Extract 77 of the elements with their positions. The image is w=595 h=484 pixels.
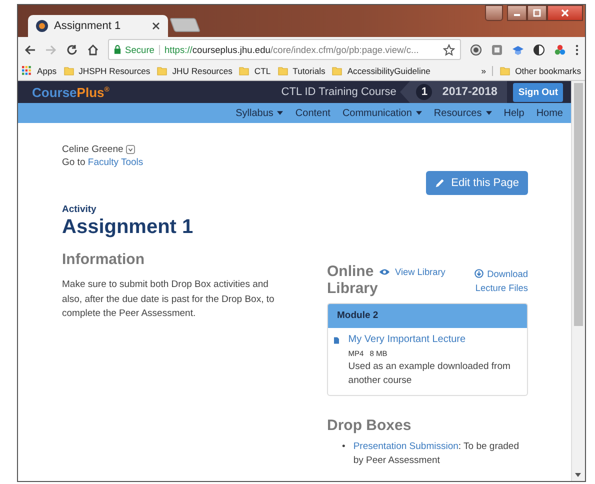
url-text: https://courseplus.jhu.edu/core/index.cfm/go/pb:page.view/c... <box>164 44 420 54</box>
bullet: • <box>342 440 346 454</box>
submission-link[interactable]: Presentation Submission <box>353 441 458 452</box>
bookmark[interactable]: CTL <box>239 66 271 76</box>
folder-icon <box>500 66 510 76</box>
bookmark[interactable]: Apps <box>22 66 57 76</box>
bookmark[interactable]: Tutorials <box>278 66 326 76</box>
courseplus-logo[interactable]: CoursePlus$^{®}$ <box>32 84 110 100</box>
folder-icon <box>64 66 74 76</box>
nav-item[interactable]: Resources <box>434 108 492 118</box>
caret-icon <box>486 111 492 115</box>
bookmark[interactable]: AccessibilityGuideline <box>332 66 430 76</box>
user-name: Celine Greene <box>62 143 124 156</box>
faculty-tools-link[interactable]: Faculty Tools <box>88 157 144 168</box>
caret-icon <box>416 111 422 115</box>
page-title: Assignment 1 <box>62 216 194 239</box>
extension-icon[interactable] <box>491 44 503 56</box>
menu-icon[interactable] <box>575 44 579 56</box>
drop-box-item: Presentation Submission: To be graded by Peer Assessment <box>353 440 520 468</box>
file-icon <box>334 336 340 345</box>
activity-label: Activity <box>62 204 98 215</box>
scroll-down-icon[interactable] <box>575 473 581 477</box>
lecture-link[interactable]: My Very Important Lecture <box>348 334 466 345</box>
contrast-icon[interactable] <box>533 44 545 56</box>
close-icon <box>560 8 570 18</box>
close-icon[interactable] <box>152 22 160 30</box>
folder-icon <box>239 66 250 76</box>
secure-label: Secure <box>125 44 160 54</box>
maximize-icon <box>532 8 542 18</box>
eye-icon <box>379 268 390 276</box>
star-icon[interactable] <box>443 44 455 56</box>
nav-item[interactable]: Syllabus <box>236 108 284 118</box>
term-years: 2017-2018 <box>442 86 498 98</box>
caret-icon <box>277 111 284 115</box>
minimize-button[interactable] <box>507 5 527 21</box>
maximize-button[interactable] <box>527 5 547 21</box>
folder-icon <box>157 66 168 76</box>
sign-out-button[interactable]: Sign Out <box>513 82 563 102</box>
scrollbar[interactable] <box>571 81 585 481</box>
browser-tab[interactable]: Assignment 1 <box>28 15 168 37</box>
lecture-description: Used as an example downloaded from another course <box>348 360 512 388</box>
folder-icon <box>332 66 342 76</box>
view-library-link[interactable]: View Library <box>379 267 446 277</box>
dropdown-icon[interactable] <box>126 145 136 154</box>
nav-item[interactable]: Content <box>295 108 330 118</box>
apps-icon <box>22 66 32 76</box>
nav-item[interactable]: Communication <box>342 108 422 118</box>
close-button[interactable] <box>547 5 583 21</box>
site-icon <box>36 20 48 32</box>
lock-icon <box>114 45 121 54</box>
reload-icon[interactable] <box>66 44 78 56</box>
section-heading: Drop Boxes <box>327 417 412 434</box>
overflow-button[interactable]: » <box>481 66 494 76</box>
nav-item[interactable]: Home <box>536 108 563 118</box>
bookmark[interactable]: JHU Resources <box>157 66 232 76</box>
term-number: 1 <box>416 84 432 100</box>
edit-page-button[interactable]: Edit this Page <box>426 171 528 195</box>
profile-button[interactable] <box>485 5 503 21</box>
course-title: CTL ID Training Course <box>281 86 396 98</box>
download-link[interactable]: Download Lecture Files <box>449 267 528 295</box>
new-tab-button[interactable] <box>169 18 201 32</box>
bookmark[interactable]: JHSPH Resources <box>64 66 150 76</box>
goto-text: Go to <box>62 157 86 168</box>
info-text: Make sure to submit both Drop Box activities and also, after the due date is past for the Drop Box, to complete the Peer Assessment. <box>62 278 276 321</box>
color-dots-icon[interactable] <box>554 44 566 56</box>
nav-item[interactable]: Help <box>504 108 524 118</box>
module-title: Module 2 <box>328 304 527 328</box>
folder-icon <box>278 66 288 76</box>
pencil-icon <box>435 178 446 188</box>
download-icon <box>474 269 484 278</box>
home-icon[interactable] <box>87 44 99 56</box>
graduation-cap-icon[interactable] <box>512 44 524 56</box>
address-bar[interactable]: Secure https://courseplus.jhu.edu/core/index.cfm/go/pb:page.view/c... <box>108 39 461 60</box>
back-icon[interactable] <box>24 44 36 56</box>
bookmark[interactable]: Other bookmarks <box>500 66 581 76</box>
section-heading: Information <box>62 251 146 268</box>
extension-icon[interactable] <box>470 44 482 56</box>
